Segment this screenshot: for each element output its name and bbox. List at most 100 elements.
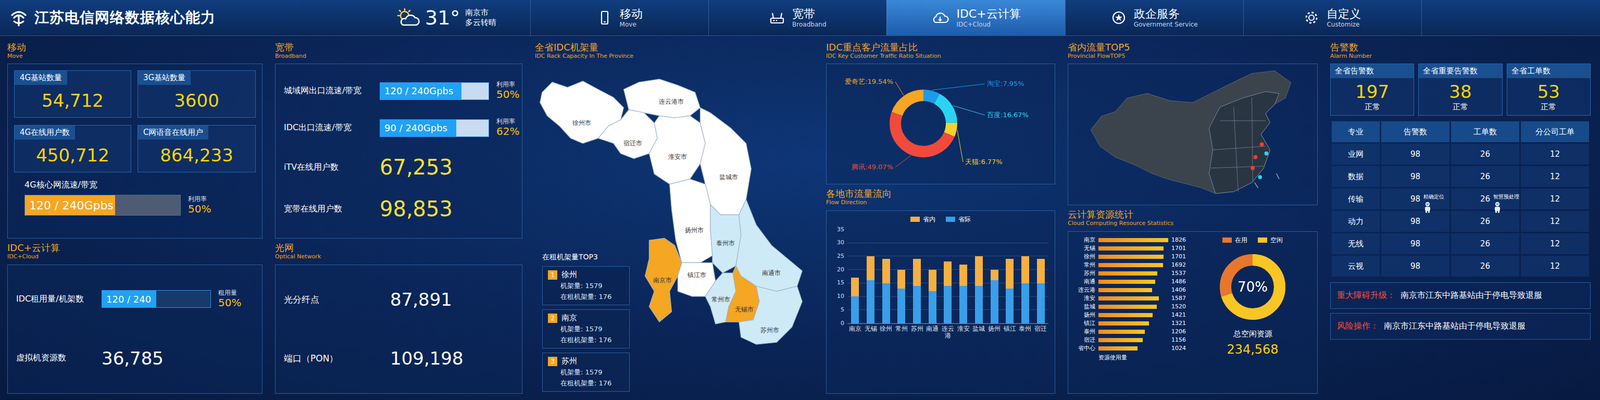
map-city[interactable]: 淮安市 — [648, 116, 706, 185]
table-row[interactable]: 业网982612 — [1331, 143, 1590, 165]
map-city[interactable]: 南通市 — [735, 199, 803, 292]
bar-stack[interactable] — [866, 256, 875, 324]
resource-bar[interactable]: 镇江1321 — [1074, 319, 1190, 328]
resource-bar[interactable]: 泰州1206 — [1074, 327, 1190, 336]
map-city[interactable]: 南京市 — [645, 238, 683, 323]
resource-bar[interactable]: 无锡1701 — [1074, 244, 1190, 253]
bar-stack[interactable] — [1021, 256, 1030, 324]
bar-segment — [1005, 258, 1014, 289]
bar-stack[interactable] — [943, 261, 952, 323]
resource-bar[interactable]: 省中心1024 — [1074, 344, 1190, 353]
usage-bar: 120 / 240Gpbs — [24, 194, 181, 216]
top3-item[interactable]: 2南京机架量: 1579在租机架量: 176 — [542, 309, 630, 349]
resource-bar[interactable]: 盐城1520 — [1074, 302, 1190, 311]
emblem-icon — [1110, 9, 1127, 26]
bar-value: 1701 — [1171, 244, 1190, 252]
bar-stack[interactable] — [913, 258, 921, 323]
bar-stack[interactable] — [928, 269, 937, 324]
donut-segment[interactable]: 爱奇艺:19.54% — [844, 77, 952, 152]
resource-bar[interactable]: 宿迁1156 — [1074, 335, 1190, 345]
donut-segment[interactable]: 腾讯:49.07% — [851, 95, 952, 171]
bar-stack[interactable] — [975, 256, 983, 324]
nav-tab[interactable]: 自定义Customize — [1243, 0, 1422, 36]
alarm-card[interactable]: 全省告警数197正常 — [1330, 63, 1415, 116]
city-label: 无锡市 — [734, 306, 754, 314]
resource-bar[interactable]: 徐州1701 — [1074, 252, 1190, 261]
bar-stack[interactable] — [897, 269, 906, 324]
stat-row: 宽带在线用户数98,853 — [283, 192, 514, 225]
y-tick: 10 — [836, 292, 845, 300]
cell-text: 传输 — [1347, 194, 1364, 204]
alarm-notice[interactable]: 风险操作：南京市江东中路基站由于停电导致退服 — [1330, 313, 1591, 340]
resource-bar[interactable]: 连云港1406 — [1074, 285, 1190, 295]
map-marker[interactable] — [1250, 166, 1255, 171]
weather-city: 南京市 — [465, 7, 497, 19]
table-cell: 98 — [1381, 166, 1450, 187]
table-row[interactable]: 传输98精确定位26智慧预处理12 — [1331, 188, 1590, 210]
cloud-icon — [931, 9, 949, 26]
stat-card: 4G基站数量54,712 — [14, 70, 132, 118]
rack-count: 机架量: 1579 — [547, 324, 624, 334]
bar-segment — [882, 283, 891, 324]
rate-value: 62% — [496, 125, 520, 138]
table-cell: 98 — [1381, 255, 1450, 277]
resource-bar[interactable]: 常州1692 — [1074, 260, 1190, 270]
idle-donut-chart: 70% — [1213, 247, 1292, 327]
row-value: 98,853 — [379, 196, 453, 221]
map-marker[interactable] — [1253, 155, 1258, 160]
list-title: 在租机架量TOP3 — [542, 252, 630, 262]
table-cell: 12 — [1520, 210, 1590, 232]
bar-stack[interactable] — [990, 269, 999, 324]
bar-stack[interactable] — [1005, 258, 1014, 323]
bar-stack[interactable] — [959, 264, 968, 324]
donut-segment[interactable]: 百度:16.67% — [895, 95, 1029, 152]
resource-bar[interactable]: 南通1486 — [1074, 277, 1190, 286]
resource-bar[interactable]: 南京1826 — [1074, 235, 1190, 245]
nav-tab[interactable]: IDC+云计算IDC+Cloud — [886, 0, 1065, 36]
map-marker[interactable] — [1257, 175, 1262, 180]
bar-stack[interactable] — [882, 258, 891, 323]
top3-item[interactable]: 3苏州机架量: 1579在租机架量: 176 — [542, 352, 630, 392]
table-row[interactable]: 数据982612 — [1331, 166, 1590, 187]
nav-tab[interactable]: 宽带Broadband — [708, 0, 887, 36]
map-city[interactable]: 苏州市 — [739, 286, 803, 345]
top-bar: 江苏电信网络数据核心能力31°南京市多云转晴移动Move宽带BroadbandI… — [0, 0, 1600, 36]
resource-bar[interactable]: 淮安1587 — [1074, 294, 1190, 303]
map-marker[interactable] — [1264, 151, 1269, 156]
cell-text: 26 — [1480, 171, 1491, 182]
donut-segment[interactable]: 天猫:6.77% — [895, 95, 1003, 166]
bar-stack[interactable] — [1036, 258, 1045, 323]
nav-tab[interactable]: 移动Move — [530, 0, 709, 36]
alarm-notice[interactable]: 重大障碍升级：南京市江东中路基站由于停电导致退服 — [1330, 282, 1591, 309]
bar-segment — [943, 285, 952, 324]
table-row[interactable]: 动力982612 — [1331, 210, 1590, 232]
china-map — [1072, 66, 1313, 203]
idle-value: 234,568 — [1226, 342, 1279, 357]
vm-row: 虚拟机资源数36,785 — [16, 343, 254, 373]
assistant-tag[interactable]: 精确定位 — [1423, 193, 1445, 214]
map-city[interactable]: 无锡市 — [725, 266, 760, 323]
top3-item[interactable]: 1徐州机架量: 1579在租机架量: 176 — [542, 266, 630, 306]
map-marker[interactable] — [1259, 142, 1265, 147]
stat-label: 4G在线用户数 — [14, 125, 75, 140]
map-city[interactable]: 宿迁市 — [597, 109, 658, 159]
row-value: 87,891 — [390, 289, 453, 310]
table-row[interactable]: 无线982612 — [1331, 233, 1590, 255]
alarm-card[interactable]: 全省重要告警数38正常 — [1418, 63, 1503, 116]
assistant-tag[interactable]: 智慧预处理 — [1493, 193, 1520, 214]
table-row[interactable]: 云视982612 — [1331, 255, 1590, 277]
robot-icon — [1493, 201, 1502, 214]
bar-stack[interactable] — [851, 277, 859, 323]
resource-bar[interactable]: 扬州1421 — [1074, 310, 1190, 320]
telecom-logo-icon — [9, 8, 29, 28]
notice-label: 风险操作： — [1336, 320, 1379, 332]
broadband-panel: 城域网出口流速/带宽120 / 240Gpbs利用率50%IDC出口流速/带宽9… — [275, 63, 523, 239]
legend-item: 空闲 — [1257, 235, 1283, 245]
cell-text: 12 — [1550, 239, 1560, 249]
city-label: 扬州市 — [684, 226, 704, 234]
usage-reading: 120 / 240 — [102, 293, 152, 305]
section-title: IDC+云计算IDC+Cloud — [7, 242, 263, 260]
alarm-card[interactable]: 全省工单数53正常 — [1506, 63, 1591, 116]
resource-bar[interactable]: 苏州1537 — [1074, 269, 1190, 278]
nav-tab[interactable]: 政企服务Government Service — [1065, 0, 1244, 36]
